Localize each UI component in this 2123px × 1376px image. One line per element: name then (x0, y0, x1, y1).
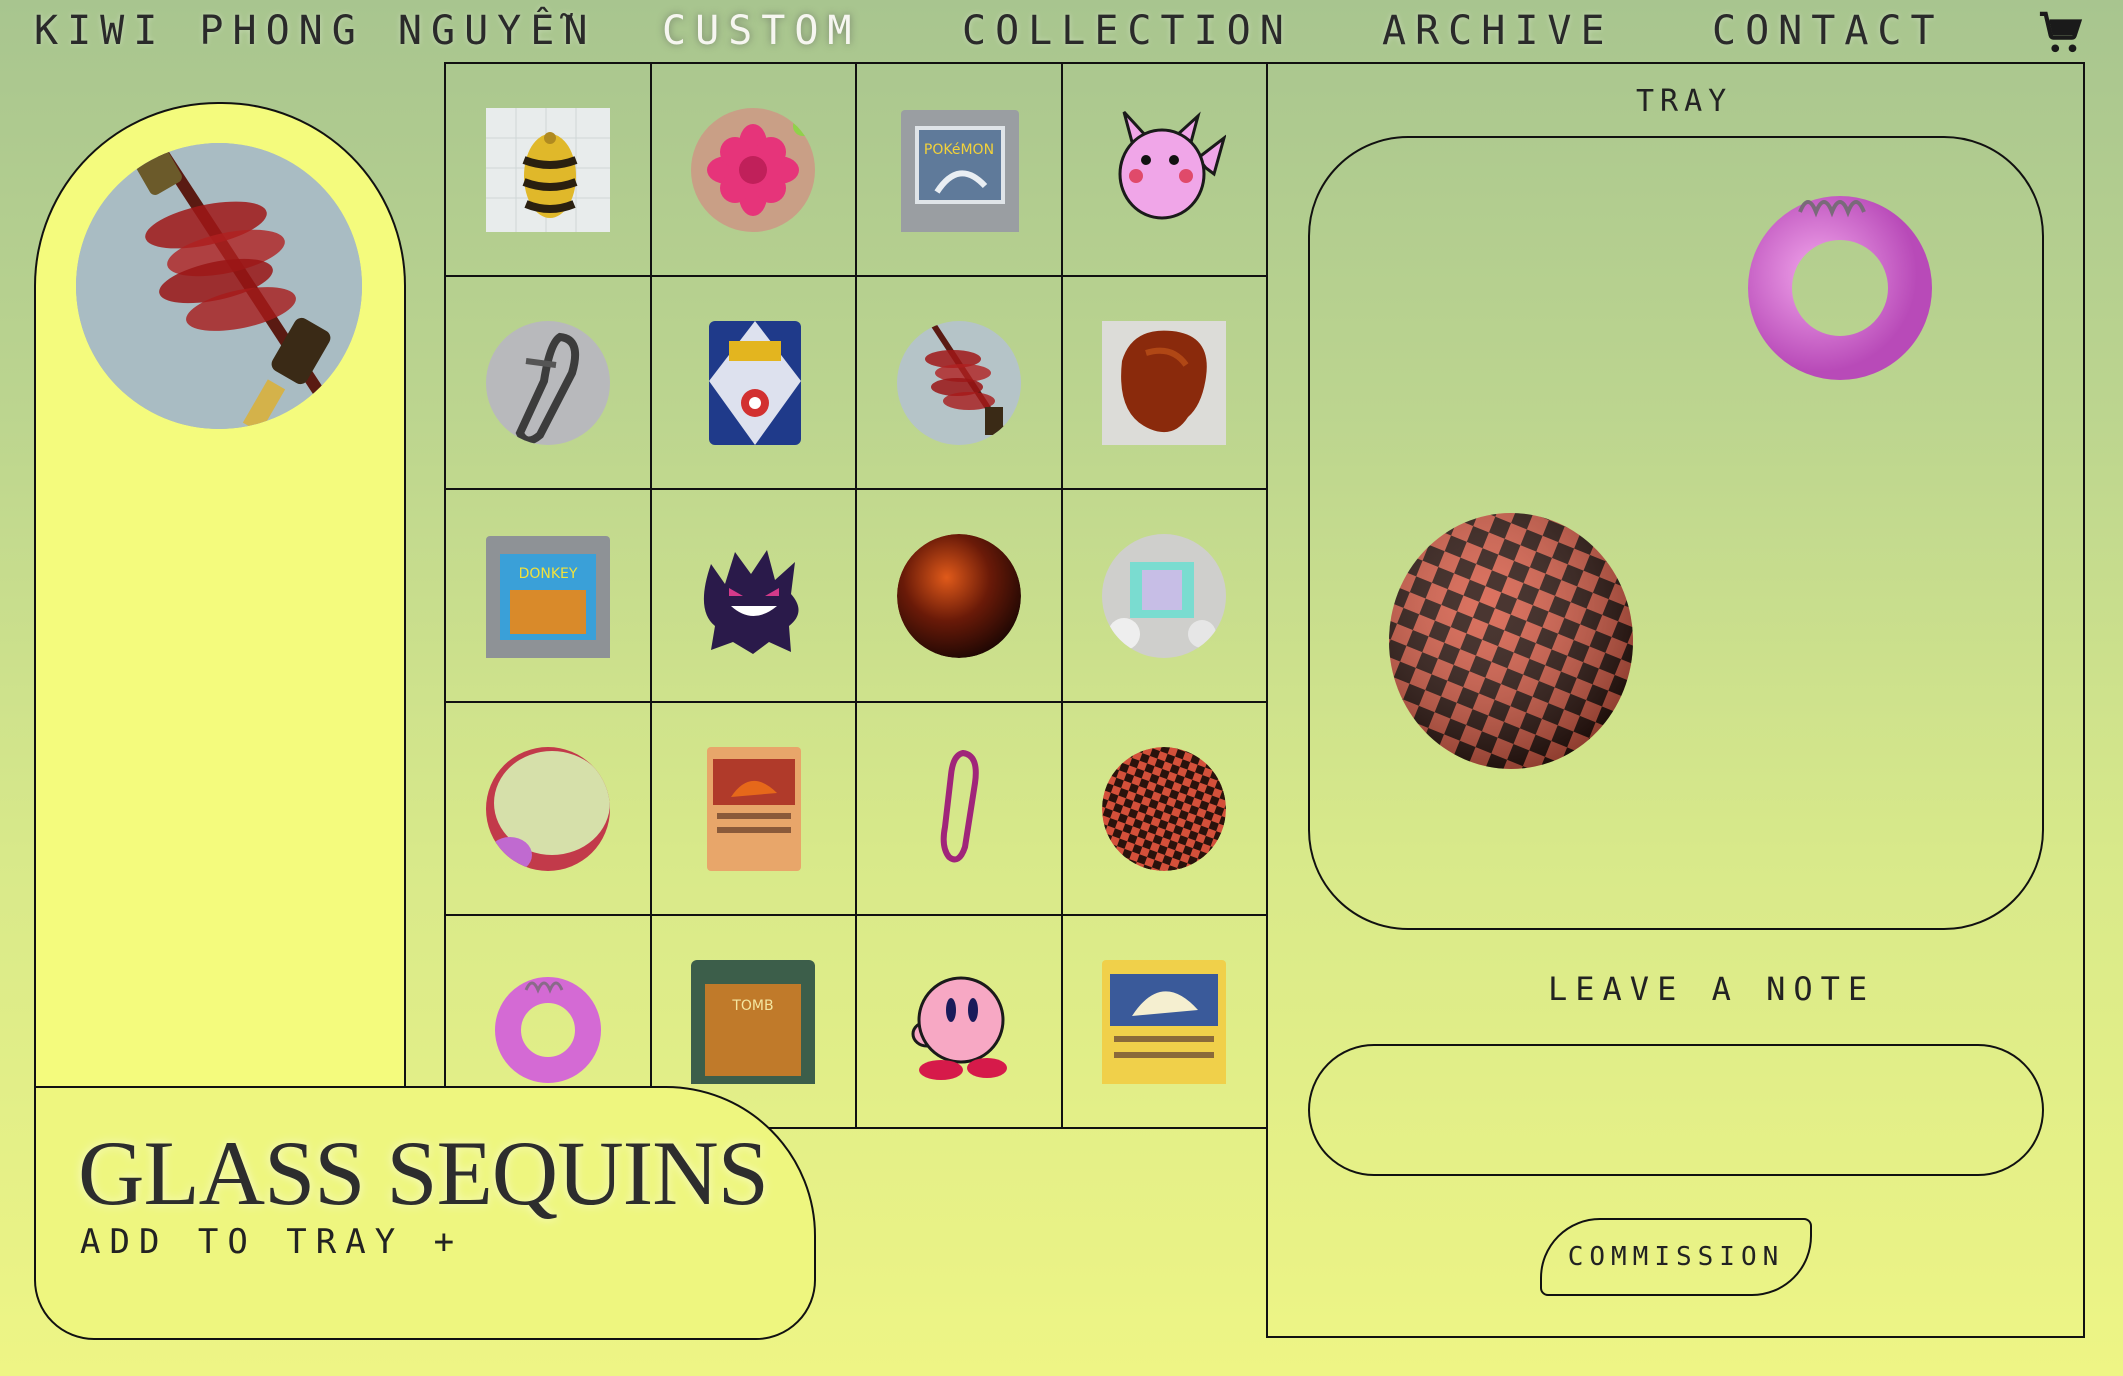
grid-item-charizard-card[interactable] (651, 703, 857, 916)
checkered-ball-thumb (1102, 746, 1227, 871)
donkey-kong-cartridge-thumb: DONKEY (485, 535, 610, 658)
grid-item-amber-bead[interactable] (1062, 277, 1268, 490)
grid-item-holographic-charm[interactable] (1062, 490, 1268, 703)
grid-item-pink-flower-bead[interactable] (651, 64, 857, 277)
pikachu-sprite-thumb (1118, 110, 1227, 219)
grid-item-jade-bead[interactable] (446, 703, 652, 916)
brand-logo[interactable]: KIWI PHONG NGUYỄN (34, 8, 596, 54)
add-to-tray-button[interactable]: ADD TO TRAY + (80, 1222, 463, 1262)
shopping-cart-icon[interactable] (2038, 10, 2084, 56)
note-input[interactable] (1308, 1044, 2044, 1176)
charizard-card-thumb (707, 746, 802, 871)
tray-item-pink-ring-charm[interactable] (1748, 176, 1934, 386)
product-preview-image (76, 143, 362, 429)
pokemon-card-back-thumb (709, 320, 802, 445)
commission-button[interactable]: COMMISSION (1540, 1218, 1812, 1296)
red-amber-marble-thumb (896, 533, 1021, 658)
pink-carabiner-thumb (940, 749, 979, 862)
grid-item-gengar-sprite[interactable] (651, 490, 857, 703)
striped-bead-thumb (485, 107, 610, 232)
pokemon-silver-cartridge-thumb: POKéMON (900, 109, 1019, 232)
holographic-charm-thumb (1102, 533, 1227, 658)
grid-item-donkey-kong-cartridge[interactable]: DONKEY (446, 490, 652, 703)
grid-item-pink-carabiner[interactable] (857, 703, 1063, 916)
amber-bead-thumb (1102, 320, 1227, 445)
carabiner-silver-thumb (485, 320, 610, 445)
grid-item-striped-bead[interactable] (446, 64, 652, 277)
grid-item-pikachu-sprite[interactable] (1062, 64, 1268, 277)
pink-ring-charm-thumb (494, 976, 601, 1083)
gengar-sprite-thumb (704, 549, 799, 654)
svg-text:DONKEY: DONKEY (518, 566, 577, 582)
tray-item-checkered-ball[interactable] (1388, 510, 1634, 772)
nav-custom[interactable]: CUSTOM (662, 8, 861, 54)
product-title: GLASS SEQUINS (78, 1122, 769, 1224)
grid-item-pokemon-silver-cartridge[interactable]: POKéMON (857, 64, 1063, 277)
pink-flower-bead-thumb (691, 107, 816, 232)
glass-sequins-thumb (896, 320, 1021, 445)
grid-item-ninetales-card[interactable] (1062, 916, 1268, 1129)
commission-label: COMMISSION (1567, 1242, 1785, 1272)
grid-item-pokemon-card-back[interactable] (651, 277, 857, 490)
ninetales-card-thumb (1102, 959, 1227, 1084)
nav-archive[interactable]: ARCHIVE (1382, 8, 1614, 54)
grid-item-kirby-sprite[interactable] (857, 916, 1063, 1129)
grid-item-carabiner-silver[interactable] (446, 277, 652, 490)
svg-text:TOMB: TOMB (732, 998, 774, 1014)
nav-contact[interactable]: CONTACT (1712, 8, 1944, 54)
jade-bead-thumb (485, 746, 610, 871)
tomb-raider-cartridge-thumb: TOMB (691, 959, 816, 1084)
item-grid: POKéMON DONKEY TOMB (444, 62, 1268, 1129)
svg-text:POKéMON: POKéMON (924, 142, 994, 158)
grid-item-checkered-ball[interactable] (1062, 703, 1268, 916)
kirby-sprite-thumb (911, 976, 1007, 1080)
tray-title: TRAY (1636, 84, 1733, 119)
leave-note-title: LEAVE A NOTE (1548, 970, 1876, 1008)
grid-item-glass-sequins[interactable] (857, 277, 1063, 490)
grid-item-red-amber-marble[interactable] (857, 490, 1063, 703)
nav-collection[interactable]: COLLECTION (962, 8, 1293, 54)
